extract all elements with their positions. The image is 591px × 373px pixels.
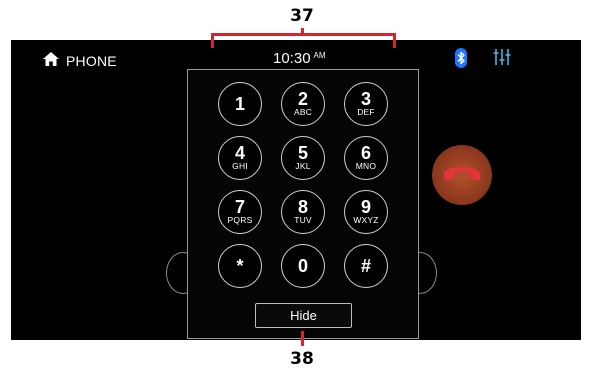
clock: 10:30 AM xyxy=(273,50,326,67)
key-digit: 6 xyxy=(360,143,371,163)
key-digit: 9 xyxy=(360,197,371,217)
head-unit-screen: PHONE 10:30 AM 1 2 ABC 3 DEF 4 GHI 5 JKL… xyxy=(11,40,581,340)
key-4[interactable]: 4 GHI xyxy=(218,136,262,180)
callout-leader-bottom xyxy=(301,331,304,346)
key-letters: ABC xyxy=(293,107,313,117)
key-digit: 5 xyxy=(297,143,308,163)
key-letters: PQRS xyxy=(227,215,253,225)
key-digit: 7 xyxy=(234,197,245,217)
key-5[interactable]: 5 JKL xyxy=(281,136,325,180)
source-label: PHONE xyxy=(66,52,117,69)
key-7[interactable]: 7 PQRS xyxy=(218,190,262,234)
key-8[interactable]: 8 TUV xyxy=(281,190,325,234)
key-digit: 1 xyxy=(234,94,245,114)
clock-time: 10:30 xyxy=(273,50,311,67)
key-digit: 8 xyxy=(297,197,308,217)
key-6[interactable]: 6 MNO xyxy=(344,136,388,180)
key-digit: # xyxy=(360,256,371,276)
key-0[interactable]: 0 xyxy=(281,244,325,288)
key-letters: WXYZ xyxy=(353,215,379,225)
bluetooth-icon[interactable] xyxy=(455,48,467,68)
manual-figure: 37 PHONE 10:30 AM 1 2 ABC 3 DEF 4 GHI 5 … xyxy=(0,0,591,373)
key-hash[interactable]: # xyxy=(344,244,388,288)
callout-number-37: 37 xyxy=(290,6,314,26)
key-1[interactable]: 1 xyxy=(218,82,262,126)
key-letters: DEF xyxy=(357,107,375,117)
end-call-button[interactable] xyxy=(432,145,492,205)
key-2[interactable]: 2 ABC xyxy=(281,82,325,126)
hide-keypad-button[interactable]: Hide xyxy=(255,303,352,328)
key-digit: 0 xyxy=(297,256,308,276)
key-digit: 4 xyxy=(234,143,245,163)
equalizer-icon[interactable] xyxy=(493,48,511,66)
key-3[interactable]: 3 DEF xyxy=(344,82,388,126)
callout-number-38: 38 xyxy=(290,349,314,369)
key-letters: MNO xyxy=(355,161,377,171)
key-letters: JKL xyxy=(295,161,311,171)
key-9[interactable]: 9 WXYZ xyxy=(344,190,388,234)
key-letters: GHI xyxy=(232,161,248,171)
home-icon xyxy=(43,51,59,70)
key-digit: 2 xyxy=(297,89,308,109)
callout-bracket-number-keys xyxy=(211,33,396,48)
home-button[interactable]: PHONE xyxy=(43,51,117,70)
key-digit: 3 xyxy=(360,89,371,109)
hang-up-icon xyxy=(442,162,482,188)
dial-keypad-panel: 1 2 ABC 3 DEF 4 GHI 5 JKL 6 MNO 7 PQRS 8… xyxy=(187,69,419,339)
key-star[interactable]: * xyxy=(218,244,262,288)
key-digit: * xyxy=(236,256,244,276)
key-letters: TUV xyxy=(294,215,312,225)
clock-ampm: AM xyxy=(313,51,326,60)
